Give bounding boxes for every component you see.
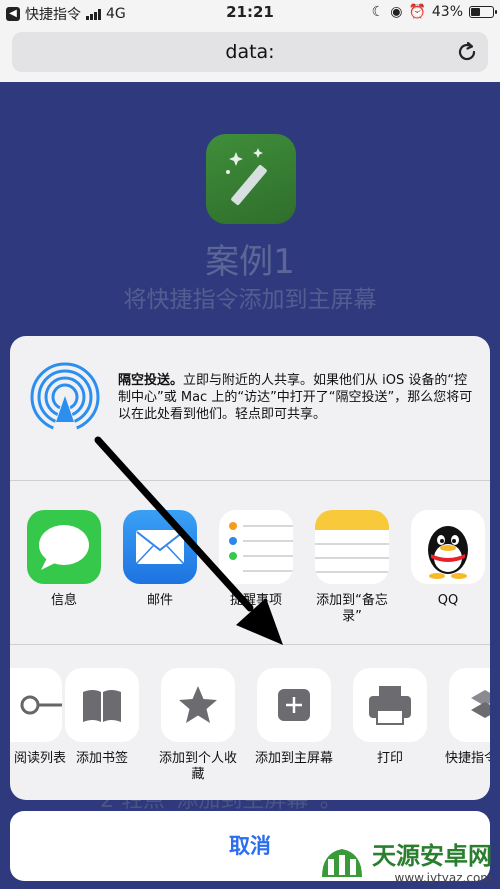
browser-toolbar: data: [0,26,500,82]
share-app-label: 信息 [50,593,77,608]
status-bar: ◀ 快捷指令 4G 21:21 ☾ ◉ ⏰ 43% [0,0,500,26]
shortcuts-icon [449,668,490,742]
airdrop-icon [30,362,100,432]
action-shortcuts[interactable]: 快捷指令 [441,668,490,767]
share-app-label: 添加到“备忘录” [316,593,388,624]
shortcut-app-icon [206,134,296,224]
action-label: 添加书签 [75,751,128,766]
reload-icon[interactable] [454,39,480,65]
action-add-to-home-screen[interactable]: 添加到主屏幕 [249,668,339,767]
share-app-reminders[interactable]: 提醒事项 [211,510,301,609]
share-app-messages[interactable]: 信息 [19,510,109,609]
share-app-mail[interactable]: 邮件 [115,510,205,609]
action-label: 打印 [376,751,403,766]
watermark: 天源安卓网 www.jytyaz.com [318,836,492,885]
alarm-icon: ⏰ [408,4,426,20]
url-text: data: [225,41,275,63]
notes-icon [315,510,389,584]
mail-icon [123,510,197,584]
share-app-label: QQ [437,593,459,608]
action-label: 添加到个人收藏 [158,751,237,782]
address-bar[interactable]: data: [12,32,488,72]
share-actions-row: 阅读列表 添加书签 添加到个人收藏 添加到主屏幕 打印 快捷指 [10,646,490,800]
page-title: 案例1 [205,242,295,282]
watermark-url: www.jytyaz.com [394,871,493,885]
share-sheet: 隔空投送。立即与附近的人共享。如果他们从 iOS 设备的“控制中心”或 Mac … [10,336,490,800]
bookmark-icon [65,668,139,742]
action-label: 添加到主屏幕 [254,751,333,766]
share-app-label: 邮件 [146,593,173,608]
battery-icon [469,6,497,18]
watermark-logo-icon [322,848,362,877]
reminders-icon [219,510,293,584]
share-apps-row: 信息 邮件 提醒事项 添加到“备忘录” QQ [10,482,490,645]
airdrop-heading: 隔空投送。 [118,373,184,388]
magic-wand-icon [226,148,267,206]
watermark-title: 天源安卓网 [372,842,492,870]
messages-icon [27,510,101,584]
qq-icon [411,510,485,584]
action-add-bookmark[interactable]: 添加书签 [57,668,147,767]
airdrop-description: 隔空投送。立即与附近的人共享。如果他们从 iOS 设备的“控制中心”或 Mac … [118,372,478,423]
action-print[interactable]: 打印 [345,668,435,767]
star-icon [161,668,235,742]
battery-percent: 43% [431,4,463,20]
share-app-label: 提醒事项 [229,593,282,608]
action-add-favorite[interactable]: 添加到个人收藏 [153,668,243,783]
status-indicators: ☾ ◉ ⏰ 43% [371,4,497,20]
action-label: 快捷指令 [445,751,490,766]
rotation-lock-icon: ◉ [390,4,403,20]
page-subtitle: 将快捷指令添加到主屏幕 [123,287,377,313]
add-square-icon [257,668,331,742]
do-not-disturb-icon: ☾ [371,4,385,20]
printer-icon [353,668,427,742]
reading-list-icon [10,668,62,742]
airdrop-section[interactable]: 隔空投送。立即与附近的人共享。如果他们从 iOS 设备的“控制中心”或 Mac … [10,336,490,481]
share-app-notes[interactable]: 添加到“备忘录” [307,510,397,625]
share-app-qq[interactable]: QQ [403,510,490,609]
